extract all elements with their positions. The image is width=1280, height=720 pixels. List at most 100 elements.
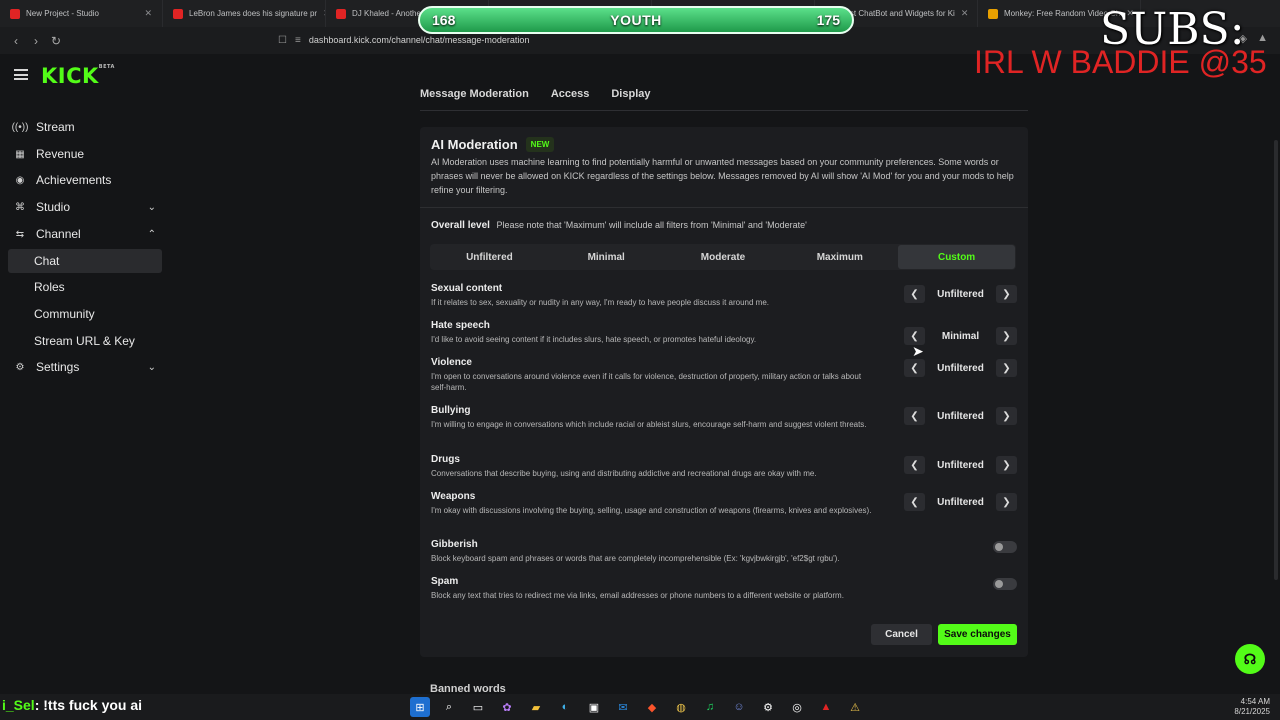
chevron-left-icon[interactable]: ❮ <box>904 359 925 377</box>
chrome-icon[interactable]: ◍ <box>671 697 691 717</box>
copilot-icon[interactable]: ✿ <box>497 697 517 717</box>
sidebar-item-channel[interactable]: ⇆ Channel ⌃ <box>8 222 162 246</box>
overall-level-label: Overall level <box>431 220 490 231</box>
tab-favicon-icon <box>10 8 20 19</box>
level-stepper: ❮ Unfiltered ❯ <box>904 456 1017 474</box>
outlook-icon[interactable]: ✉ <box>613 697 633 717</box>
sidebar-item-stream[interactable]: ((•)) Stream <box>8 115 162 139</box>
sidebar-item-studio[interactable]: ⌘ Studio ⌄ <box>8 195 162 219</box>
overlay-left-count: 168 <box>432 12 456 28</box>
bookmark-icon[interactable]: ☐ <box>278 35 287 46</box>
sidebar-item-revenue[interactable]: ▦ Revenue <box>8 142 162 166</box>
kick-logo[interactable]: KICKBETA <box>41 64 115 88</box>
overlay-right-count: 175 <box>816 12 840 28</box>
close-icon[interactable]: ✕ <box>961 8 969 19</box>
help-chat-icon[interactable]: ☊ <box>1235 644 1265 674</box>
chevron-icon[interactable]: ⌃ <box>148 229 156 240</box>
steam-icon[interactable]: ⚙ <box>758 697 778 717</box>
chevron-icon[interactable]: ⌄ <box>148 202 156 213</box>
tab-title: best ChatBot and Widgets for Ki <box>841 9 955 18</box>
edge-icon[interactable]: ◐ <box>555 697 575 717</box>
level-option-unfiltered[interactable]: Unfiltered <box>431 245 548 269</box>
chevron-left-icon[interactable]: ❮ <box>904 456 925 474</box>
tab-access[interactable]: Access <box>551 86 590 110</box>
chevron-left-icon[interactable]: ❮ <box>904 407 925 425</box>
toggle-row-spam: Spam Block any text that tries to redirec… <box>431 576 1017 601</box>
chevron-right-icon[interactable]: ❯ <box>996 285 1017 303</box>
discord-icon[interactable]: ☺ <box>729 697 749 717</box>
menu-icon[interactable] <box>14 69 28 80</box>
level-option-maximum[interactable]: Maximum <box>781 245 898 269</box>
chevron-right-icon[interactable]: ❯ <box>996 493 1017 511</box>
site-settings-icon[interactable]: ≡ <box>295 35 301 46</box>
browser-tab[interactable]: New Project - Studio ✕ <box>0 0 163 27</box>
reload-icon[interactable]: ↻ <box>46 34 66 48</box>
sidebar-item-community[interactable]: Community <box>8 302 162 326</box>
filter-description: If it relates to sex, sexuality or nudit… <box>431 298 769 307</box>
brave-icon[interactable]: ◆ <box>642 697 662 717</box>
level-selector: Unfiltered Minimal Moderate Maximum Custom <box>430 244 1016 270</box>
warning-icon[interactable]: ⚠ <box>845 697 865 717</box>
chat-username: i_Sel <box>2 697 35 713</box>
chevron-left-icon[interactable]: ❮ <box>904 493 925 511</box>
sidebar-item-roles[interactable]: Roles <box>8 275 162 299</box>
filter-level-value: Minimal <box>941 330 980 342</box>
file-explorer-icon[interactable]: ▰ <box>526 697 546 717</box>
sidebar-item-stream-url-key[interactable]: Stream URL & Key <box>8 329 162 353</box>
sidebar-item-label: Studio <box>36 200 71 214</box>
tab-title: LeBron James does his signature pr <box>189 9 318 18</box>
filter-row-weapons: Weapons I'm okay with discussions involvi… <box>431 491 1017 516</box>
sidebar-item-label: Roles <box>34 280 65 294</box>
level-stepper: ❮ Unfiltered ❯ <box>904 285 1017 303</box>
sidebar-item-chat[interactable]: Chat <box>8 249 162 273</box>
forward-icon[interactable]: › <box>26 34 46 48</box>
level-option-moderate[interactable]: Moderate <box>665 245 782 269</box>
system-clock[interactable]: 4:54 AM 8/21/2025 <box>1234 697 1270 717</box>
chevron-left-icon[interactable]: ❮ <box>904 285 925 303</box>
page-scrollbar[interactable] <box>1274 140 1278 580</box>
filter-row-sexual-content: Sexual content If it relates to sex, sexu… <box>431 283 1017 308</box>
chevron-right-icon[interactable]: ❯ <box>996 359 1017 377</box>
chevron-right-icon[interactable]: ❯ <box>996 327 1017 345</box>
back-icon[interactable]: ‹ <box>6 34 26 48</box>
filter-description: I'd like to avoid seeing content if it i… <box>431 335 757 344</box>
filter-row-violence: Violence I'm open to conversations around… <box>431 357 1017 393</box>
tab-title: DJ Khaled - Anothe <box>352 9 421 18</box>
tab-display[interactable]: Display <box>611 86 650 110</box>
search-icon[interactable]: ⌕ <box>439 697 459 717</box>
tab-favicon-icon <box>988 8 998 19</box>
sidebar-item-achievements[interactable]: ◉ Achievements <box>8 168 162 192</box>
chevron-right-icon[interactable]: ❯ <box>996 456 1017 474</box>
sidebar-item-label: Channel <box>36 227 81 241</box>
tab-message-moderation[interactable]: Message Moderation <box>420 86 529 110</box>
task-view-icon[interactable]: ▭ <box>468 697 488 717</box>
chevron-right-icon[interactable]: ❯ <box>996 407 1017 425</box>
card-description: AI Moderation uses machine learning to f… <box>431 157 1014 195</box>
save-changes-button[interactable]: Save changes <box>938 624 1017 645</box>
spotify-icon[interactable]: ♫ <box>700 697 720 717</box>
filter-row-hate-speech: Hate speech I'd like to avoid seeing cont… <box>431 320 1017 345</box>
sidebar-item-label: Achievements <box>36 173 112 187</box>
level-option-custom[interactable]: Custom <box>898 245 1015 269</box>
browser-tab[interactable]: LeBron James does his signature pr✕ <box>163 0 326 27</box>
filter-level-value: Unfiltered <box>937 496 984 508</box>
close-icon[interactable]: ✕ <box>144 8 152 19</box>
store-icon[interactable]: ▣ <box>584 697 604 717</box>
ai-moderation-card: AI Moderation NEW AI Moderation uses mac… <box>420 127 1028 657</box>
level-option-minimal[interactable]: Minimal <box>548 245 665 269</box>
gibberish-toggle[interactable] <box>993 541 1017 553</box>
sidebar: KICKBETA ((•)) Stream ▦ Revenue ◉ Achievement… <box>0 54 170 694</box>
level-stepper: ❮ Unfiltered ❯ <box>904 407 1017 425</box>
obs-icon[interactable]: ◎ <box>787 697 807 717</box>
filter-description: Conversations that describe buying, usin… <box>431 469 817 478</box>
filter-description: I'm open to conversations around violenc… <box>431 372 862 392</box>
chevron-icon[interactable]: ⌄ <box>148 362 156 373</box>
toggle-description: Block any text that tries to redirect me… <box>431 591 844 600</box>
spam-toggle[interactable] <box>993 578 1017 590</box>
app-icon[interactable]: ▲ <box>816 697 836 717</box>
windows-start-icon[interactable]: ⊞ <box>410 697 430 717</box>
achievements-icon: ◉ <box>15 174 25 186</box>
cancel-button[interactable]: Cancel <box>871 624 932 645</box>
toggle-description: Block keyboard spam and phrases or words… <box>431 554 840 563</box>
sidebar-item-settings[interactable]: ⚙ Settings ⌄ <box>8 355 162 379</box>
